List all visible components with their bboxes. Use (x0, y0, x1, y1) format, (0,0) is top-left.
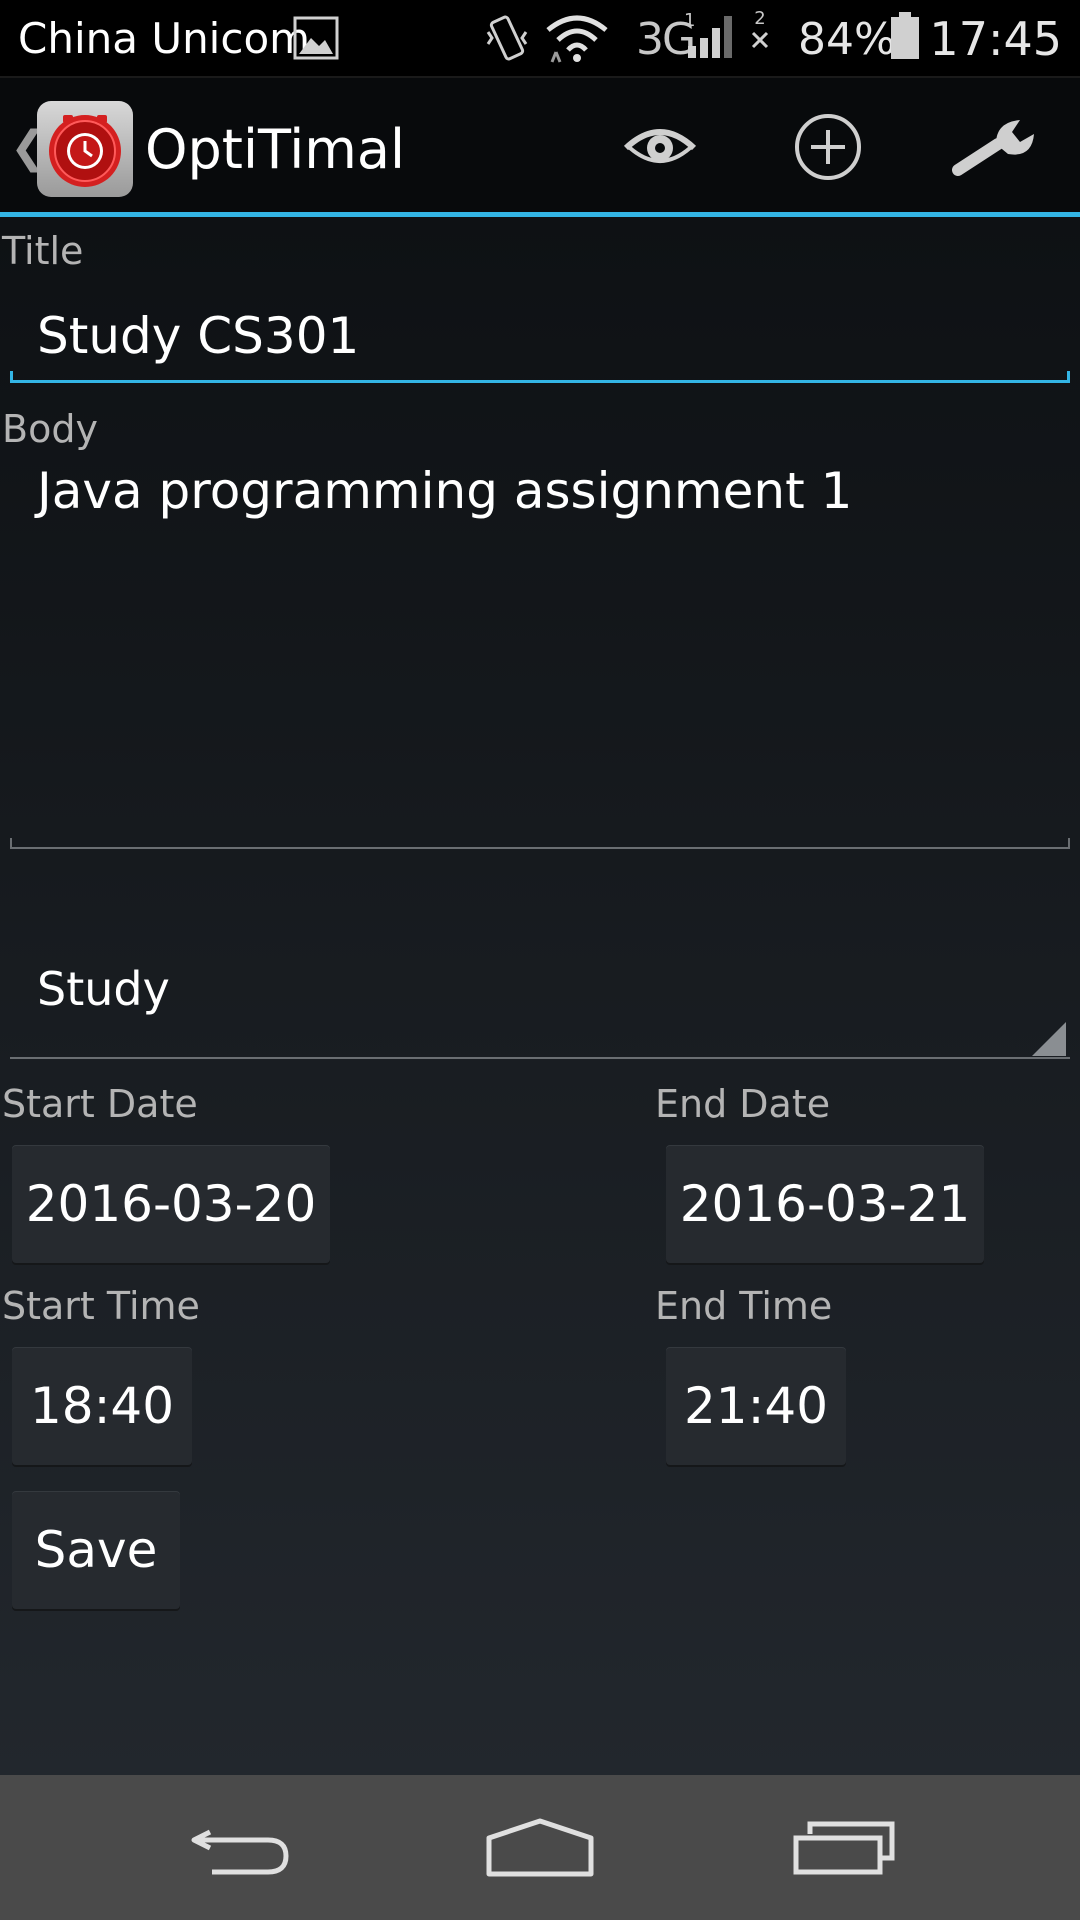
app-title: OptiTimal (145, 118, 405, 181)
home-button[interactable] (440, 1775, 640, 1920)
no-signal-icon (751, 31, 769, 49)
settings-button[interactable] (926, 78, 1066, 216)
body-value: Java programming assignment 1 (37, 462, 853, 520)
navigation-bar (0, 1775, 1080, 1920)
recent-apps-icon (793, 1821, 895, 1874)
body-input[interactable]: Java programming assignment 1 (10, 452, 1070, 852)
sim2-label: 2 (754, 8, 766, 29)
app-icon[interactable] (37, 101, 133, 197)
sim2-no-signal-icon: 2 (750, 8, 770, 56)
add-button[interactable] (758, 78, 898, 216)
alarm-clock-icon (49, 115, 121, 187)
title-underline (10, 380, 1070, 383)
battery-percent: 84% (798, 14, 896, 65)
edit-form: Title Study CS301 Body Java programming … (0, 217, 1080, 1775)
body-underline-left-tick (10, 838, 12, 848)
view-button[interactable] (590, 78, 730, 216)
battery-icon (891, 12, 919, 59)
back-button[interactable] (140, 1775, 340, 1920)
view-icon (623, 129, 697, 163)
save-button[interactable]: Save (12, 1491, 180, 1609)
category-spinner[interactable]: Study (10, 907, 1070, 1059)
title-underline-right-tick (1067, 371, 1070, 381)
title-input[interactable]: Study CS301 (10, 267, 1070, 387)
end-time-button[interactable]: 21:40 (666, 1347, 846, 1465)
wifi-icon (546, 15, 608, 63)
title-value: Study CS301 (37, 307, 360, 365)
home-icon (486, 1818, 594, 1876)
body-underline-right-tick (1068, 838, 1070, 848)
vibrate-icon (486, 15, 528, 61)
add-icon (795, 114, 861, 180)
carrier-name: China Unicom (18, 14, 311, 63)
end-time-label: End Time (655, 1284, 833, 1328)
clock: 17:45 (929, 12, 1062, 66)
end-date-button[interactable]: 2016-03-21 (666, 1145, 984, 1263)
start-date-button[interactable]: 2016-03-20 (12, 1145, 330, 1263)
back-icon (191, 1829, 289, 1874)
title-underline-left-tick (10, 371, 13, 381)
screen: China Unicom 3G 1 2 84% 17:45 ❮ OptiTima… (0, 0, 1080, 1920)
body-label: Body (2, 407, 98, 451)
image-notification-icon (293, 16, 339, 60)
body-underline (10, 847, 1070, 849)
recent-apps-button[interactable] (744, 1775, 944, 1920)
settings-wrench-icon (952, 120, 1034, 176)
signal-icon (688, 16, 732, 58)
category-value: Study (37, 962, 170, 1016)
spinner-dropdown-icon (1032, 1022, 1066, 1056)
status-bar: China Unicom 3G 1 2 84% 17:45 (0, 0, 1080, 76)
action-bar: ❮ OptiTimal (0, 76, 1080, 216)
start-date-label: Start Date (2, 1082, 198, 1126)
category-underline (10, 1057, 1070, 1059)
start-time-label: Start Time (2, 1284, 200, 1328)
start-time-button[interactable]: 18:40 (12, 1347, 192, 1465)
end-date-label: End Date (655, 1082, 831, 1126)
